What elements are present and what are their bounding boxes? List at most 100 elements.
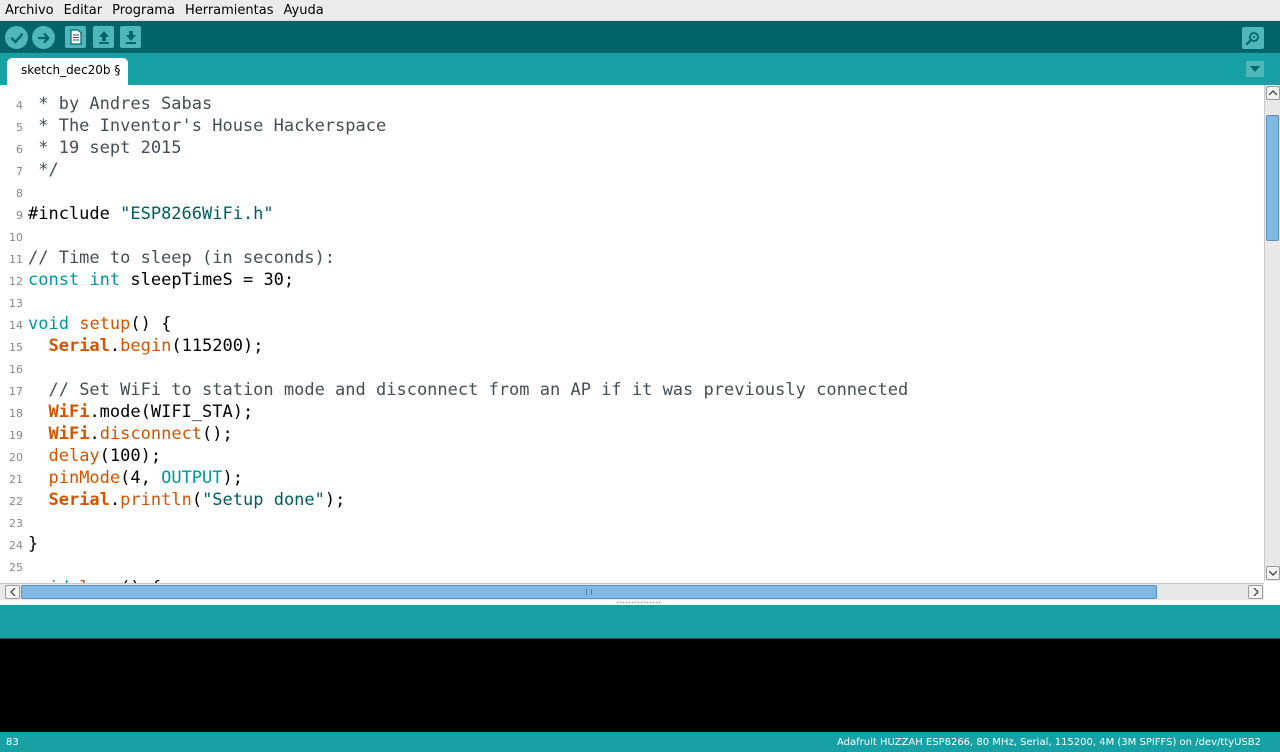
code-line: 22 Serial.println("Setup done"); xyxy=(0,489,1262,511)
code-line: 9 #include "ESP8266WiFi.h" xyxy=(0,203,1262,225)
code-line: 24} xyxy=(0,533,1262,555)
code-line: 17 // Set WiFi to station mode and disco… xyxy=(0,379,1262,401)
code-line: 18 WiFi.mode(WIFI_STA); xyxy=(0,401,1262,423)
line-number: 5 xyxy=(16,121,23,134)
line-number: 22 xyxy=(9,495,23,508)
code-text: * 19 sept 2015 xyxy=(28,138,182,158)
horizontal-scroll-thumb[interactable] xyxy=(21,585,1157,599)
menu-programa[interactable]: Programa xyxy=(107,0,180,21)
verify-icon xyxy=(10,32,23,43)
code-text: // Set WiFi to station mode and disconne… xyxy=(48,380,909,400)
upload-button[interactable] xyxy=(32,26,55,49)
scroll-up-button[interactable] xyxy=(1266,86,1280,100)
open-sketch-button[interactable] xyxy=(93,26,114,48)
scroll-grip xyxy=(586,589,592,595)
chevron-down-icon xyxy=(1250,66,1260,72)
code-line: 14 void setup() { xyxy=(0,313,1262,335)
line-number: 23 xyxy=(9,517,23,530)
open-icon xyxy=(98,31,109,44)
footer-status: 83 Adafruit HUZZAH ESP8266, 80 MHz, Seri… xyxy=(0,732,1280,752)
current-line-number: 83 xyxy=(6,737,19,748)
code-line: 11 // Time to sleep (in seconds): xyxy=(0,247,1262,269)
line-number: 8 xyxy=(16,187,23,200)
code-line: 6 * 19 sept 2015 xyxy=(0,137,1262,159)
line-number: 10 xyxy=(9,231,23,244)
code-text: WiFi.mode(WIFI_STA); xyxy=(48,402,254,422)
scroll-left-button[interactable] xyxy=(5,585,20,599)
code-editor[interactable]: 4 * by Andres Sabas 5 * The Inventor's Ho… xyxy=(0,85,1280,583)
line-number: 18 xyxy=(9,407,23,420)
code-text: Serial.println("Setup done"); xyxy=(48,490,346,510)
code-line: 19 WiFi.disconnect(); xyxy=(0,423,1262,445)
verify-button[interactable] xyxy=(5,26,28,49)
code-text: const int sleepTimeS = 30; xyxy=(28,270,295,290)
line-number: 25 xyxy=(9,561,23,574)
code-line: 16 xyxy=(0,357,1262,379)
tab-sketch[interactable]: sketch_dec20b § xyxy=(7,58,129,85)
vertical-scrollbar[interactable] xyxy=(1264,85,1280,581)
code-text: * by Andres Sabas xyxy=(28,94,213,114)
code-line: 12 const int sleepTimeS = 30; xyxy=(0,269,1262,291)
line-number: 9 xyxy=(16,209,23,222)
menu-herramientas[interactable]: Herramientas xyxy=(180,0,279,21)
new-sketch-button[interactable] xyxy=(65,26,86,48)
scroll-right-button[interactable] xyxy=(1248,585,1263,599)
serial-monitor-icon xyxy=(1245,32,1259,46)
code-text: #include "ESP8266WiFi.h" xyxy=(28,204,274,224)
code-line: 23 xyxy=(0,511,1262,533)
line-number: 6 xyxy=(16,143,23,156)
line-number: 24 xyxy=(9,539,23,552)
serial-monitor-button[interactable] xyxy=(1242,27,1264,49)
line-number: 15 xyxy=(9,341,23,354)
line-number: 20 xyxy=(9,451,23,464)
menu-bar: Archivo Editar Programa Herramientas Ayu… xyxy=(0,0,1280,21)
code-text: void setup() { xyxy=(28,314,172,334)
scroll-down-button[interactable] xyxy=(1266,566,1280,580)
code-text: // Time to sleep (in seconds): xyxy=(28,248,336,268)
code-line: 20 delay(100); xyxy=(0,445,1262,467)
console-output[interactable] xyxy=(0,638,1280,732)
code-text: WiFi.disconnect(); xyxy=(48,424,233,444)
code-line: 10 xyxy=(0,225,1262,247)
code-line: 15 Serial.begin(115200); xyxy=(0,335,1262,357)
splitter-grip[interactable] xyxy=(616,601,662,604)
menu-editar[interactable]: Editar xyxy=(59,0,108,21)
arrow-left-icon xyxy=(9,588,15,596)
upload-icon xyxy=(37,32,50,43)
line-number: 12 xyxy=(9,275,23,288)
line-number: 19 xyxy=(9,429,23,442)
menu-ayuda[interactable]: Ayuda xyxy=(279,0,329,21)
top-partial-line xyxy=(28,85,928,87)
horizontal-scrollbar[interactable] xyxy=(0,583,1264,600)
code-line: 8 xyxy=(0,181,1262,203)
code-line: 4 * by Andres Sabas xyxy=(0,93,1262,115)
code-line: 13 xyxy=(0,291,1262,313)
line-number: 11 xyxy=(9,253,23,266)
arrow-up-icon xyxy=(1269,90,1277,96)
code-line: 5 * The Inventor's House Hackerspace xyxy=(0,115,1262,137)
code-text: * The Inventor's House Hackerspace xyxy=(28,116,387,136)
code-text: */ xyxy=(28,160,59,180)
tab-menu-button[interactable] xyxy=(1246,61,1264,77)
code-text: Serial.begin(115200); xyxy=(48,336,264,356)
code-text: pinMode(4, OUTPUT); xyxy=(48,468,243,488)
arrow-right-icon xyxy=(1253,588,1259,596)
board-info: Adafruit HUZZAH ESP8266, 80 MHz, Serial,… xyxy=(837,737,1261,748)
line-number: 16 xyxy=(9,363,23,376)
save-sketch-button[interactable] xyxy=(120,26,141,48)
vertical-scroll-thumb[interactable] xyxy=(1266,115,1279,241)
menu-archivo[interactable]: Archivo xyxy=(0,0,59,21)
line-number: 17 xyxy=(9,385,23,398)
toolbar xyxy=(0,21,1280,53)
new-icon xyxy=(69,29,82,45)
code-line: 25 xyxy=(0,555,1262,577)
arrow-down-icon xyxy=(1269,570,1277,576)
code-line: 21 pinMode(4, OUTPUT); xyxy=(0,467,1262,489)
line-number: 4 xyxy=(16,99,23,112)
code-text: delay(100); xyxy=(48,446,162,466)
tab-bar: sketch_dec20b § xyxy=(0,53,1280,85)
code-line: 7 */ xyxy=(0,159,1262,181)
line-number: 14 xyxy=(9,319,23,332)
line-number: 21 xyxy=(9,473,23,486)
save-icon xyxy=(125,31,136,44)
